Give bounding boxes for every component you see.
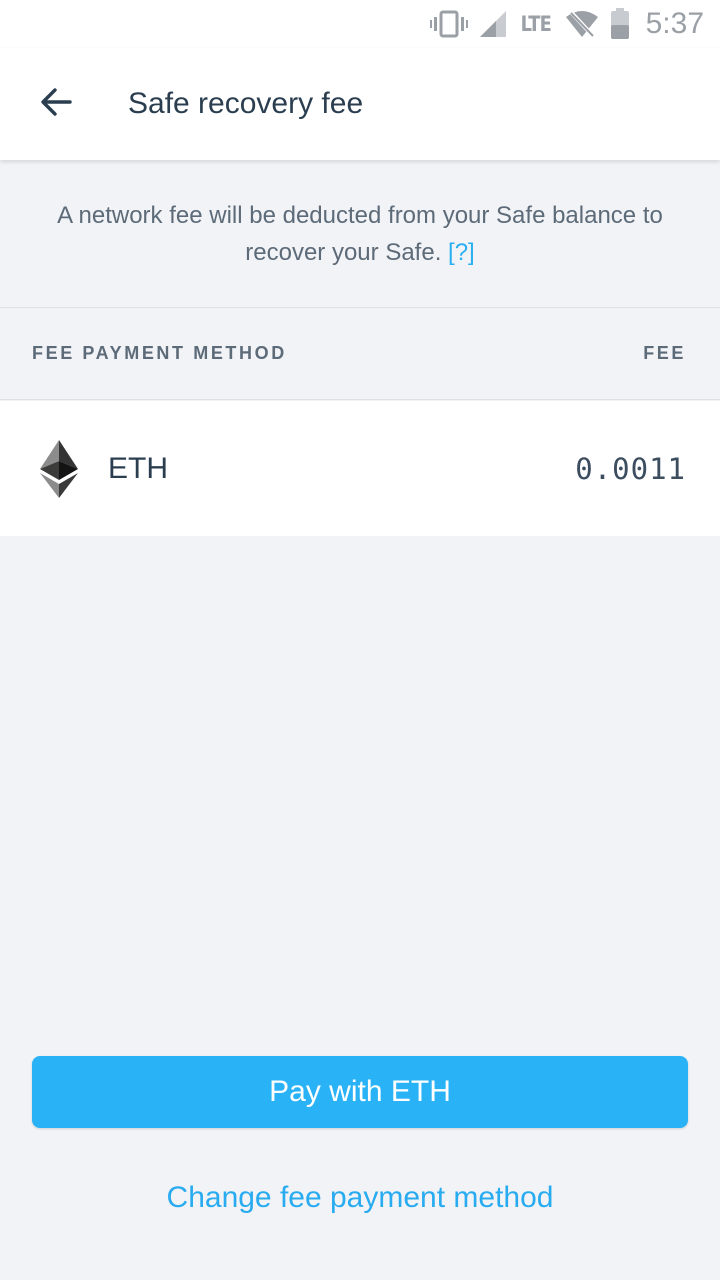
ethereum-icon — [40, 439, 78, 498]
help-link[interactable]: [?] — [448, 239, 475, 266]
app-bar: Safe recovery fee — [0, 48, 720, 160]
status-time: 5:37 — [645, 7, 704, 40]
signal-icon — [478, 9, 508, 39]
fee-header: FEE — [643, 343, 686, 363]
fee-row-eth[interactable]: ETH 0.0011 — [0, 401, 720, 536]
vibrate-icon — [430, 9, 469, 39]
network-type-label: LTE — [520, 12, 552, 36]
pay-button[interactable]: Pay with ETH — [32, 1056, 688, 1128]
fee-info-text: A network fee will be deducted from your… — [36, 197, 684, 271]
fee-amount: 0.0011 — [575, 451, 686, 486]
change-fee-method-link[interactable]: Change fee payment method — [0, 1170, 720, 1226]
token-name: ETH — [108, 451, 168, 485]
wifi-off-icon — [564, 9, 600, 39]
fee-payment-method-header: FEE PAYMENT METHOD — [32, 343, 287, 363]
back-button[interactable] — [28, 76, 84, 132]
fee-info-banner: A network fee will be deducted from your… — [0, 160, 720, 308]
page-title: Safe recovery fee — [128, 87, 364, 120]
arrow-left-icon — [39, 87, 73, 122]
fee-info-message: A network fee will be deducted from your… — [57, 201, 663, 266]
battery-icon — [610, 8, 630, 40]
fee-table-header: FEE PAYMENT METHOD FEE — [0, 308, 720, 400]
status-bar: LTE 5:37 — [0, 0, 720, 48]
